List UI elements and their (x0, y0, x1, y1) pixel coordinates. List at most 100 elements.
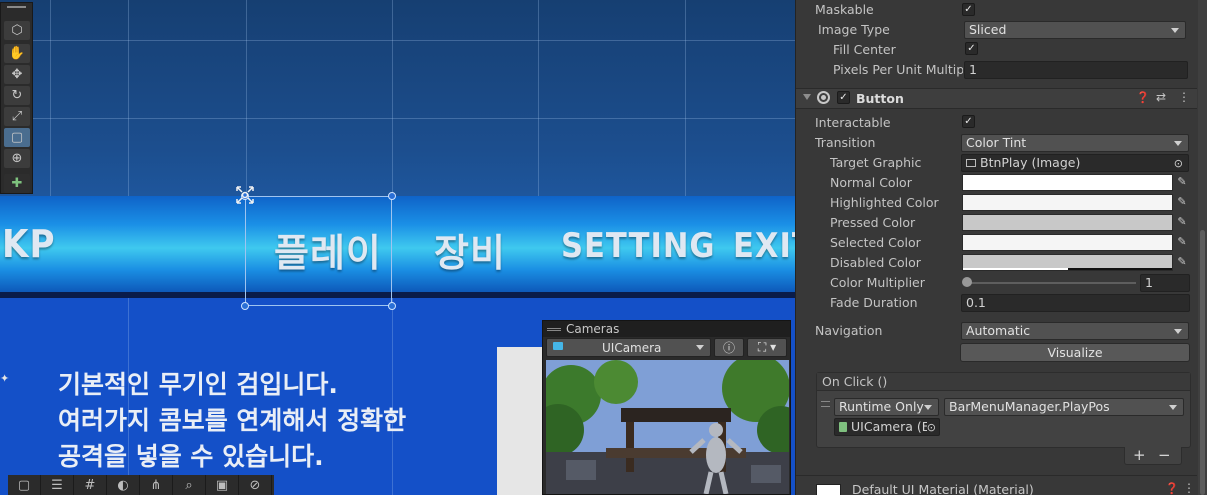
alpha-bar (1068, 268, 1172, 270)
eyedropper-icon[interactable]: ✎ (1176, 215, 1188, 229)
fade-duration-field[interactable]: 0.1 (961, 294, 1190, 312)
custom-tool-icon[interactable]: ✚ (4, 174, 30, 193)
eyedropper-icon[interactable]: ✎ (1176, 255, 1188, 269)
help-icon[interactable]: ❓ (1136, 91, 1150, 104)
transition-dropdown[interactable]: Color Tint (961, 134, 1189, 152)
selection-rect[interactable] (245, 196, 392, 306)
maskable-checkbox[interactable]: ✓ (962, 3, 975, 16)
chevron-down-icon (1174, 141, 1182, 146)
chevron-down-icon (1171, 28, 1179, 33)
sphere-icon[interactable]: ◐ (107, 475, 140, 495)
description-line: 기본적인 무기인 검입니다. (58, 370, 338, 399)
kebab-menu-icon[interactable]: ⋮ (1183, 481, 1195, 495)
scene-overlay-toolbar: ▢ ☰ # ◐ ⋔ ⌕ ▣ ⊘ (8, 475, 274, 495)
inspector-scrollbar[interactable] (1198, 0, 1207, 495)
drag-handle-icon[interactable] (547, 327, 561, 331)
search-icon[interactable]: ⌕ (173, 475, 206, 495)
menu-item-kp[interactable]: KP (2, 222, 56, 266)
scene-view[interactable]: KP 플레이 장비 SETTING EXIT 기본적인 무기인 검입니다. 여러… (0, 0, 795, 495)
cameras-title: Cameras (566, 322, 620, 336)
maskable-label: Maskable (815, 2, 874, 17)
visualize-button[interactable]: Visualize (960, 343, 1190, 362)
fill-center-label: Fill Center (833, 42, 896, 57)
function-dropdown[interactable]: BarMenuManager.PlayPos (944, 398, 1184, 416)
function-value: BarMenuManager.PlayPos (949, 399, 1110, 414)
reorder-handle-icon[interactable] (821, 401, 830, 407)
weapon-description: 기본적인 무기인 검입니다. 여러가지 콤보를 연계해서 정확한 공격을 넣을 … (58, 367, 406, 475)
color-multiplier-field[interactable]: 1 (1140, 274, 1190, 292)
color-multiplier-slider-track[interactable] (966, 282, 1136, 284)
button-enabled-checkbox[interactable]: ✓ (837, 91, 850, 104)
layout-icon[interactable]: ☰ (41, 475, 74, 495)
normal-color-swatch[interactable] (962, 174, 1173, 191)
color-multiplier-slider-thumb[interactable] (962, 277, 972, 287)
nodes-icon[interactable]: ⋔ (140, 475, 173, 495)
eyedropper-icon[interactable]: ✎ (1176, 235, 1188, 249)
remove-button[interactable]: − (1158, 446, 1171, 464)
rect-icon[interactable]: ▢ (4, 128, 30, 147)
camera-select-value: UICamera (602, 341, 662, 355)
view-icon[interactable]: ⬡ (4, 21, 30, 40)
image-type-dropdown[interactable]: Sliced (964, 21, 1186, 39)
frame-icon[interactable]: ⛶ ▾ (747, 338, 787, 357)
info-icon[interactable]: ⓘ (714, 338, 744, 357)
resize-handle[interactable] (388, 192, 396, 200)
navigation-label: Navigation (815, 323, 883, 338)
highlighted-color-swatch[interactable] (962, 194, 1173, 211)
target-graphic-field[interactable]: BtnPlay (Image) ⊙ (961, 154, 1189, 172)
camera-icon (553, 342, 563, 350)
rotate-icon[interactable]: ↻ (4, 86, 30, 105)
scroll-thumb[interactable] (1200, 230, 1205, 495)
pressed-color-label: Pressed Color (830, 215, 916, 230)
resize-handle[interactable] (388, 302, 396, 310)
camera-preview-scene (546, 360, 789, 494)
add-button[interactable]: + (1133, 446, 1146, 464)
pressed-color-swatch[interactable] (962, 214, 1173, 231)
camera-select[interactable]: UICamera (546, 338, 711, 357)
ppu-label: Pixels Per Unit Multiplier (833, 62, 963, 77)
interactable-checkbox[interactable]: ✓ (962, 115, 975, 128)
foldout-icon[interactable] (803, 94, 811, 100)
tool-palette: ⬡ ✋ ✥ ↻ ⤢ ▢ ⊕ ✚ (0, 2, 33, 194)
transform-icon[interactable]: ⊕ (4, 149, 30, 168)
fade-duration-label: Fade Duration (830, 295, 918, 310)
drag-handle-icon[interactable] (7, 6, 26, 8)
help-icon[interactable]: ❓ (1165, 482, 1179, 495)
ppu-field[interactable]: 1 (964, 61, 1188, 79)
camera-icon[interactable]: ▣ (206, 475, 239, 495)
resize-handle[interactable] (241, 302, 249, 310)
disabled-color-swatch[interactable] (962, 254, 1173, 271)
kebab-menu-icon[interactable]: ⋮ (1178, 90, 1190, 104)
normal-color-label: Normal Color (830, 175, 912, 190)
selected-color-swatch[interactable] (962, 234, 1173, 251)
eyedropper-icon[interactable]: ✎ (1176, 175, 1188, 189)
eyedropper-icon[interactable]: ✎ (1176, 195, 1188, 209)
transition-label: Transition (815, 135, 876, 150)
description-line: 여러가지 콤보를 연계해서 정확한 (58, 406, 407, 435)
runtime-value: Runtime Only (839, 399, 924, 414)
menu-item-setting[interactable]: SETTING (561, 226, 716, 266)
scale-icon[interactable]: ⤢ (4, 107, 30, 126)
menu-item-exit[interactable]: EXIT (733, 226, 795, 266)
cameras-header[interactable]: Cameras (543, 321, 790, 337)
fill-center-checkbox[interactable]: ✓ (965, 42, 978, 55)
chevron-down-icon (696, 345, 704, 350)
image-type-value: Sliced (969, 22, 1007, 37)
component-icon (817, 91, 830, 104)
rect-icon[interactable]: ▢ (8, 475, 41, 495)
pivot-icon[interactable] (233, 183, 257, 207)
hand-icon[interactable]: ✋ (4, 44, 30, 63)
navigation-dropdown[interactable]: Automatic (961, 322, 1189, 340)
target-object-field[interactable]: UICamera (E ⊙ (834, 418, 940, 436)
object-picker-icon[interactable]: ⊙ (1174, 156, 1183, 171)
object-picker-icon[interactable]: ⊙ (926, 420, 936, 435)
menu-item-equipment[interactable]: 장비 (434, 222, 506, 277)
compass-icon[interactable]: ⊘ (239, 475, 272, 495)
grid-icon[interactable]: # (74, 475, 107, 495)
runtime-dropdown[interactable]: Runtime Only (834, 398, 939, 416)
alpha-bar (963, 268, 1068, 270)
image-type-label: Image Type (818, 22, 890, 37)
chevron-down-icon (1169, 405, 1177, 410)
move-icon[interactable]: ✥ (4, 65, 30, 84)
preset-icon[interactable]: ⇄ (1156, 90, 1166, 104)
